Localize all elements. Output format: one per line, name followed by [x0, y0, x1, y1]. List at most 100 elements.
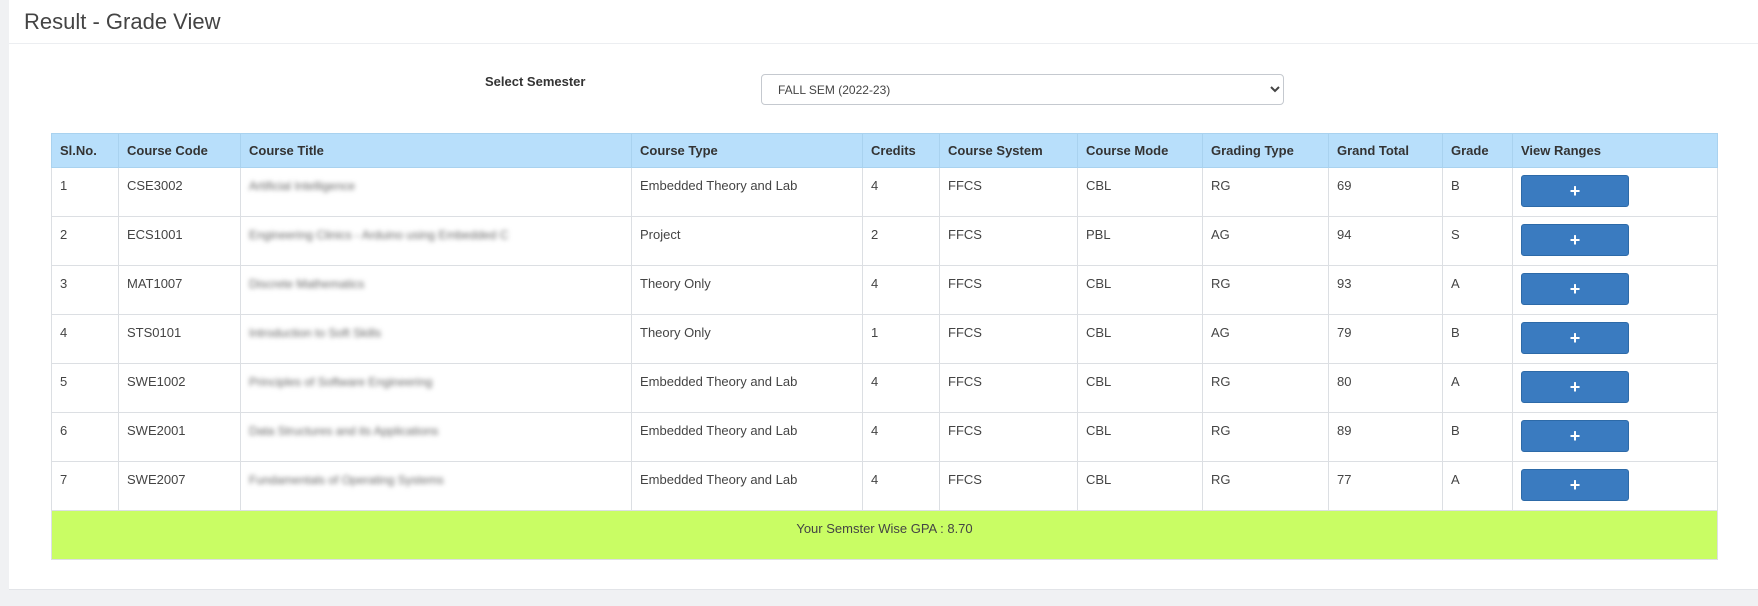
course-code-cell: SWE1002 — [118, 363, 241, 413]
card-header: Result - Grade View — [9, 0, 1758, 44]
grading-type-cell: RG — [1202, 461, 1329, 511]
table-row: 4 STS0101 Introduction to Soft Skills Th… — [51, 314, 1718, 364]
course-code-cell: ECS1001 — [118, 216, 241, 266]
view-ranges-button[interactable]: + — [1521, 420, 1629, 452]
view-ranges-button[interactable]: + — [1521, 469, 1629, 501]
course-mode-cell: PBL — [1077, 216, 1203, 266]
course-code-cell: STS0101 — [118, 314, 241, 364]
course-mode-cell: CBL — [1077, 265, 1203, 315]
gpa-text: Your Semster Wise GPA : 8.70 — [51, 510, 1718, 560]
table-row: 1 CSE3002 Artificial Intelligence Embedd… — [51, 167, 1718, 217]
gpa-row: Your Semster Wise GPA : 8.70 — [51, 510, 1718, 560]
view-ranges-cell: + — [1512, 167, 1718, 217]
course-mode-cell: CBL — [1077, 167, 1203, 217]
course-type-cell: Theory Only — [631, 314, 863, 364]
table-header-row: Sl.No. Course Code Course Title Course T… — [51, 133, 1718, 168]
course-type-cell: Embedded Theory and Lab — [631, 363, 863, 413]
course-mode-cell: CBL — [1077, 363, 1203, 413]
grand-total-cell: 80 — [1328, 363, 1443, 413]
sl-no-cell: 7 — [51, 461, 119, 511]
sl-no-cell: 4 — [51, 314, 119, 364]
course-type-cell: Project — [631, 216, 863, 266]
grading-type-cell: RG — [1202, 167, 1329, 217]
view-ranges-cell: + — [1512, 363, 1718, 413]
course-system-cell: FFCS — [939, 167, 1078, 217]
grade-cell: B — [1442, 314, 1513, 364]
view-ranges-button[interactable]: + — [1521, 273, 1629, 305]
course-title-cell: Introduction to Soft Skills — [240, 314, 632, 364]
column-header: Grade — [1442, 133, 1513, 168]
grading-type-cell: AG — [1202, 314, 1329, 364]
column-header: Course System — [939, 133, 1078, 168]
course-system-cell: FFCS — [939, 363, 1078, 413]
sl-no-cell: 1 — [51, 167, 119, 217]
credits-cell: 4 — [862, 167, 940, 217]
view-ranges-button[interactable]: + — [1521, 322, 1629, 354]
semester-select[interactable]: FALL SEM (2022-23) — [761, 74, 1284, 105]
course-mode-cell: CBL — [1077, 461, 1203, 511]
grand-total-cell: 93 — [1328, 265, 1443, 315]
grand-total-cell: 77 — [1328, 461, 1443, 511]
view-ranges-cell: + — [1512, 461, 1718, 511]
grade-cell: A — [1442, 265, 1513, 315]
sl-no-cell: 5 — [51, 363, 119, 413]
course-title-cell: Engineering Clinics - Arduino using Embe… — [240, 216, 632, 266]
course-system-cell: FFCS — [939, 461, 1078, 511]
table-row: 3 MAT1007 Discrete Mathematics Theory On… — [51, 265, 1718, 315]
course-system-cell: FFCS — [939, 216, 1078, 266]
course-mode-cell: CBL — [1077, 314, 1203, 364]
sl-no-cell: 6 — [51, 412, 119, 462]
table-row: 2 ECS1001 Engineering Clinics - Arduino … — [51, 216, 1718, 266]
sl-no-cell: 3 — [51, 265, 119, 315]
credits-cell: 4 — [862, 461, 940, 511]
course-title-cell: Principles of Software Engineering — [240, 363, 632, 413]
column-header: Course Title — [240, 133, 632, 168]
course-title-cell: Fundamentals of Operating Systems — [240, 461, 632, 511]
course-code-cell: SWE2007 — [118, 461, 241, 511]
credits-cell: 4 — [862, 363, 940, 413]
sl-no-cell: 2 — [51, 216, 119, 266]
grade-cell: S — [1442, 216, 1513, 266]
course-title-text: Principles of Software Engineering — [249, 375, 433, 389]
course-code-cell: SWE2001 — [118, 412, 241, 462]
course-title-text: Discrete Mathematics — [249, 277, 365, 291]
credits-cell: 4 — [862, 412, 940, 462]
grade-cell: B — [1442, 412, 1513, 462]
grand-total-cell: 94 — [1328, 216, 1443, 266]
grading-type-cell: RG — [1202, 265, 1329, 315]
view-ranges-button[interactable]: + — [1521, 371, 1629, 403]
column-header: Grading Type — [1202, 133, 1329, 168]
credits-cell: 4 — [862, 265, 940, 315]
column-header: Course Mode — [1077, 133, 1203, 168]
course-title-text: Introduction to Soft Skills — [249, 326, 382, 340]
view-ranges-button[interactable]: + — [1521, 224, 1629, 256]
column-header: Grand Total — [1328, 133, 1443, 168]
course-title-cell: Artificial Intelligence — [240, 167, 632, 217]
semester-label: Select Semester — [485, 74, 586, 89]
course-title-cell: Data Structures and its Applications — [240, 412, 632, 462]
table-row: 7 SWE2007 Fundamentals of Operating Syst… — [51, 461, 1718, 511]
course-type-cell: Embedded Theory and Lab — [631, 412, 863, 462]
course-title-text: Artificial Intelligence — [249, 179, 356, 193]
grand-total-cell: 89 — [1328, 412, 1443, 462]
course-type-cell: Embedded Theory and Lab — [631, 461, 863, 511]
column-header: Course Code — [118, 133, 241, 168]
grade-cell: B — [1442, 167, 1513, 217]
grading-type-cell: RG — [1202, 363, 1329, 413]
column-header: View Ranges — [1512, 133, 1718, 168]
course-system-cell: FFCS — [939, 412, 1078, 462]
view-ranges-cell: + — [1512, 265, 1718, 315]
course-code-cell: CSE3002 — [118, 167, 241, 217]
column-header: Course Type — [631, 133, 863, 168]
grand-total-cell: 79 — [1328, 314, 1443, 364]
course-code-cell: MAT1007 — [118, 265, 241, 315]
table-row: 6 SWE2001 Data Structures and its Applic… — [51, 412, 1718, 462]
grade-cell: A — [1442, 363, 1513, 413]
course-system-cell: FFCS — [939, 265, 1078, 315]
course-title-text: Data Structures and its Applications — [249, 424, 439, 438]
course-title-text: Engineering Clinics - Arduino using Embe… — [249, 228, 509, 242]
credits-cell: 2 — [862, 216, 940, 266]
table-row: 5 SWE1002 Principles of Software Enginee… — [51, 363, 1718, 413]
course-type-cell: Embedded Theory and Lab — [631, 167, 863, 217]
view-ranges-button[interactable]: + — [1521, 175, 1629, 207]
